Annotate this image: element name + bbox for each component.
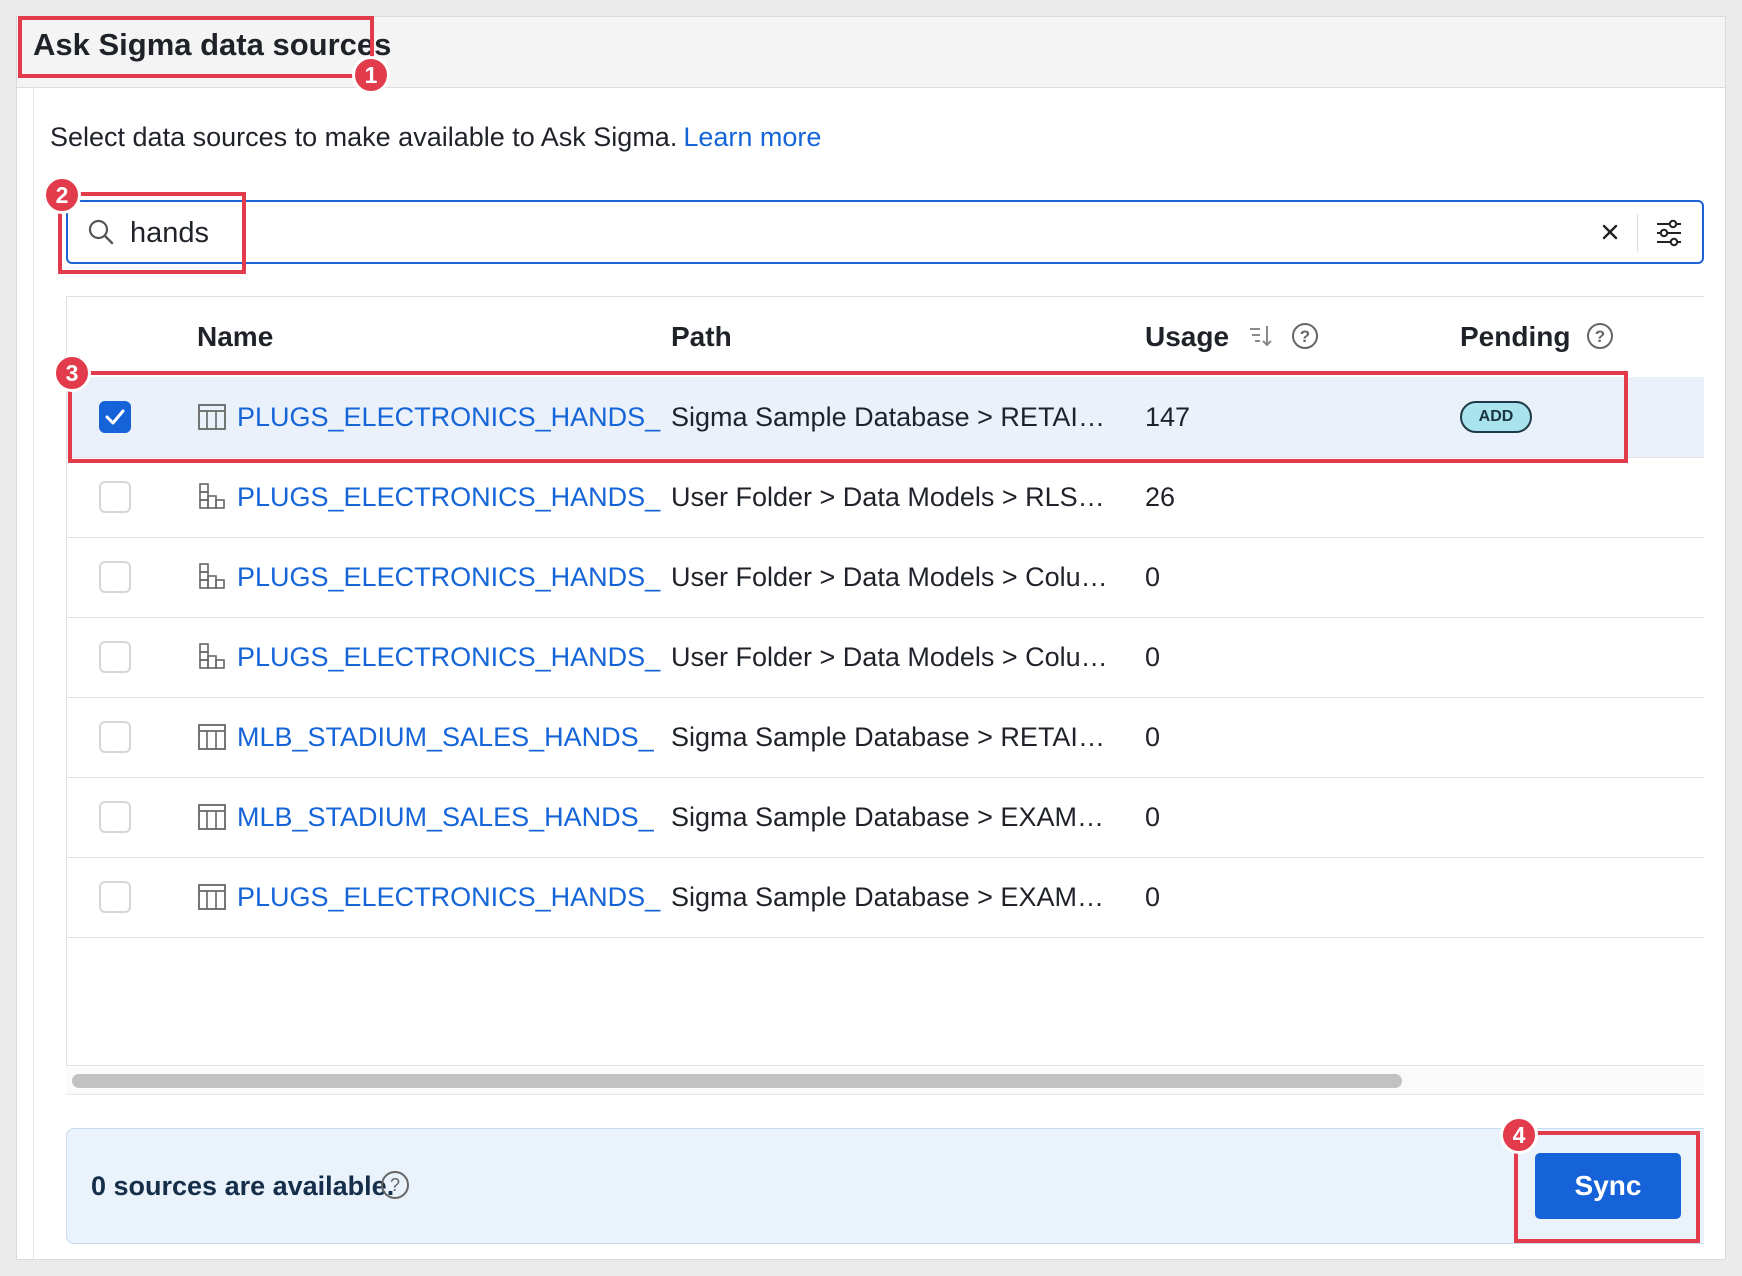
column-header-path[interactable]: Path (671, 321, 732, 353)
source-usage: 26 (1145, 482, 1176, 512)
data-model-icon (197, 642, 227, 672)
help-icon[interactable]: ? (379, 1169, 411, 1201)
data-model-icon (197, 562, 227, 592)
footer-bar: 0 sources are available. ? Sync (66, 1128, 1704, 1244)
callout-marker-1: 1 (352, 56, 390, 94)
table-row[interactable]: PLUGS_ELECTRONICS_HANDS_ User Folder > Da… (67, 537, 1704, 618)
search-divider (1637, 214, 1638, 252)
scrollbar-thumb[interactable] (72, 1074, 1402, 1088)
source-name-link[interactable]: PLUGS_ELECTRONICS_HANDS_ (237, 642, 660, 673)
column-header-usage[interactable]: Usage ? (1145, 321, 1319, 353)
callout-marker-2: 2 (43, 176, 81, 214)
search-input[interactable] (128, 210, 1532, 256)
source-path: Sigma Sample Database > RETAI… (671, 402, 1105, 432)
source-name-link[interactable]: PLUGS_ELECTRONICS_HANDS_ (237, 882, 660, 913)
search-bar (66, 200, 1704, 264)
row-checkbox[interactable] (99, 801, 131, 833)
sort-descending-icon[interactable] (1247, 323, 1273, 349)
source-path: User Folder > Data Models > RLS… (671, 482, 1105, 512)
table-icon (197, 802, 227, 832)
row-checkbox[interactable] (99, 561, 131, 593)
callout-marker-4: 4 (1500, 1116, 1538, 1154)
source-name-link[interactable]: MLB_STADIUM_SALES_HANDS_ (237, 722, 654, 753)
source-path: Sigma Sample Database > EXAM… (671, 882, 1104, 912)
data-sources-table: Name Path Usage ? Pending ? PLUGS_ELECTR… (66, 296, 1704, 1066)
sources-available-text: 0 sources are available. (91, 1171, 395, 1201)
sync-button[interactable]: Sync (1535, 1153, 1681, 1219)
source-usage: 0 (1145, 802, 1161, 832)
source-name-link[interactable]: PLUGS_ELECTRONICS_HANDS_ (237, 482, 660, 513)
source-usage: 147 (1145, 402, 1191, 432)
svg-text:?: ? (390, 1175, 400, 1195)
row-checkbox[interactable] (99, 641, 131, 673)
intro-text: Select data sources to make available to… (50, 122, 821, 153)
close-icon[interactable] (1594, 216, 1626, 248)
source-usage: 0 (1145, 642, 1161, 672)
sliders-icon[interactable] (1650, 214, 1688, 252)
column-header-name[interactable]: Name (197, 321, 273, 353)
table-row[interactable]: MLB_STADIUM_SALES_HANDS_ Sigma Sample Dat… (67, 777, 1704, 858)
row-checkbox[interactable] (99, 401, 131, 433)
source-path: User Folder > Data Models > Colu… (671, 562, 1108, 592)
intro-description: Select data sources to make available to… (50, 122, 678, 152)
table-row[interactable]: PLUGS_ELECTRONICS_HANDS_ User Folder > Da… (67, 457, 1704, 538)
source-usage: 0 (1145, 882, 1161, 912)
svg-text:?: ? (1299, 327, 1309, 346)
source-usage: 0 (1145, 562, 1161, 592)
table-row[interactable]: MLB_STADIUM_SALES_HANDS_ Sigma Sample Dat… (67, 697, 1704, 778)
source-name-link[interactable]: PLUGS_ELECTRONICS_HANDS_ (237, 402, 660, 433)
source-usage: 0 (1145, 722, 1161, 752)
svg-text:?: ? (1595, 327, 1605, 346)
horizontal-scrollbar[interactable] (66, 1068, 1704, 1095)
row-checkbox[interactable] (99, 721, 131, 753)
usage-help-icon[interactable]: ? (1291, 322, 1319, 350)
data-model-icon (197, 482, 227, 512)
source-path: User Folder > Data Models > Colu… (671, 642, 1108, 672)
search-icon (88, 219, 114, 245)
pending-header-label: Pending (1460, 321, 1571, 352)
callout-marker-3: 3 (53, 354, 91, 392)
row-checkbox[interactable] (99, 481, 131, 513)
source-path: Sigma Sample Database > EXAM… (671, 802, 1104, 832)
table-row[interactable]: PLUGS_ELECTRONICS_HANDS_ Sigma Sample Dat… (67, 857, 1704, 938)
pending-help-icon[interactable]: ? (1586, 322, 1614, 350)
column-header-pending[interactable]: Pending ? (1460, 321, 1614, 353)
panel-title: Ask Sigma data sources (33, 27, 392, 62)
pending-add-badge: ADD (1460, 401, 1532, 433)
table-row[interactable]: PLUGS_ELECTRONICS_HANDS_ Sigma Sample Dat… (67, 377, 1704, 458)
source-name-link[interactable]: MLB_STADIUM_SALES_HANDS_ (237, 802, 654, 833)
source-path: Sigma Sample Database > RETAI… (671, 722, 1105, 752)
panel-header: Ask Sigma data sources (17, 17, 1725, 88)
row-checkbox[interactable] (99, 881, 131, 913)
table-icon (197, 882, 227, 912)
table-icon (197, 722, 227, 752)
usage-header-label: Usage (1145, 321, 1230, 352)
learn-more-link[interactable]: Learn more (683, 122, 821, 152)
table-icon (197, 402, 227, 432)
table-row[interactable]: PLUGS_ELECTRONICS_HANDS_ User Folder > Da… (67, 617, 1704, 698)
table-header: Name Path Usage ? Pending ? (67, 297, 1704, 378)
source-name-link[interactable]: PLUGS_ELECTRONICS_HANDS_ (237, 562, 660, 593)
